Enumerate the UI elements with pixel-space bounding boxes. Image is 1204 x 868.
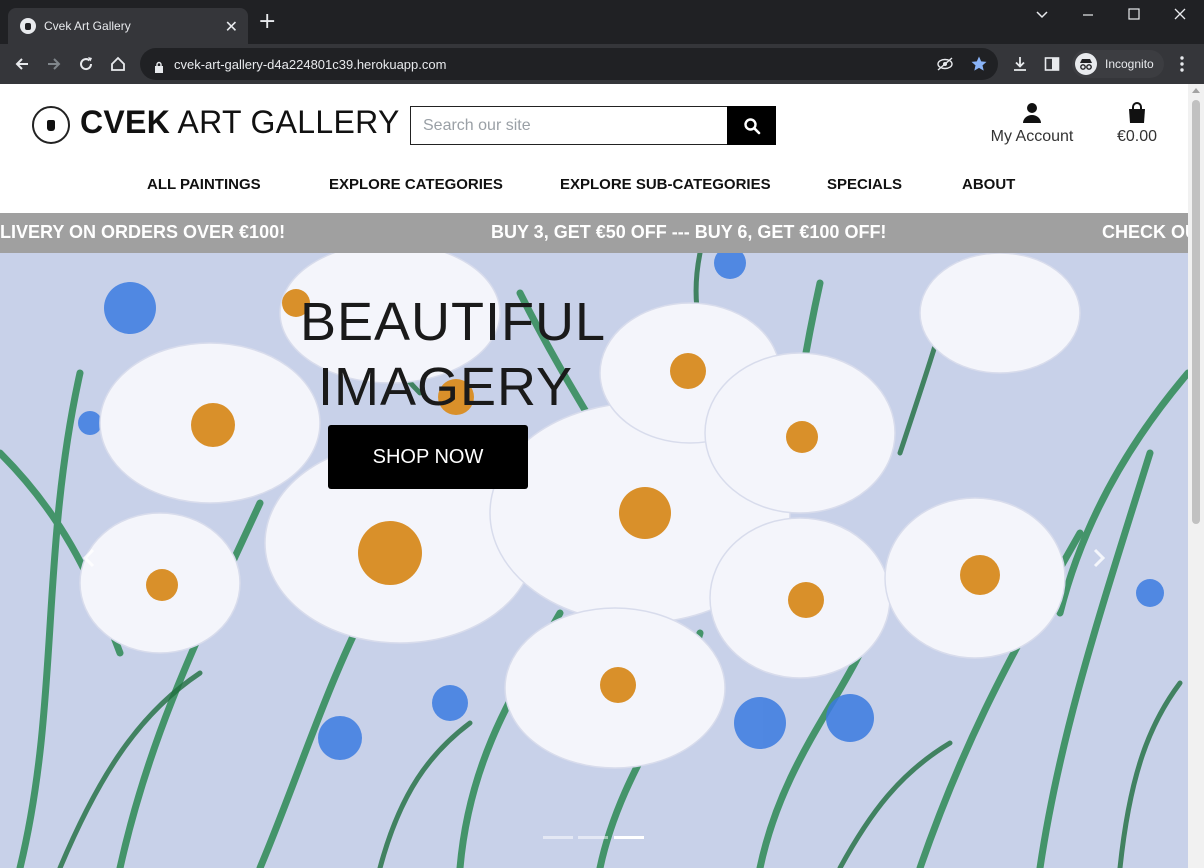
promo-message-delivery: LIVERY ON ORDERS OVER €100!: [0, 222, 286, 242]
nav-explore-sub-categories[interactable]: EXPLORE SUB-CATEGORIES: [560, 176, 771, 193]
close-tab-icon[interactable]: ✕: [225, 17, 238, 36]
incognito-label: Incognito: [1105, 57, 1154, 71]
carousel-indicator-3[interactable]: [614, 836, 644, 839]
site-title-bold: CVEK: [80, 104, 171, 140]
nav-all-paintings[interactable]: ALL PAINTINGS: [147, 176, 261, 193]
search-button[interactable]: [727, 106, 776, 145]
browser-tab-strip: Cvek Art Gallery ✕ +: [0, 0, 1204, 44]
promo-message-check-out: CHECK OU: [1102, 222, 1188, 242]
browser-tab[interactable]: Cvek Art Gallery ✕: [8, 8, 248, 44]
forward-icon[interactable]: [42, 52, 66, 76]
incognito-icon: [1075, 53, 1097, 75]
reload-icon[interactable]: [74, 52, 98, 76]
tab-title: Cvek Art Gallery: [44, 19, 131, 33]
hero-carousel: BEAUTIFUL IMAGERY SHOP NOW: [0, 253, 1188, 868]
user-icon: [1022, 102, 1042, 124]
hero-headline-line2: IMAGERY: [318, 357, 574, 417]
lock-icon: [154, 58, 164, 73]
back-icon[interactable]: [10, 52, 34, 76]
favicon-icon: [20, 18, 36, 34]
side-panel-icon[interactable]: [1040, 52, 1064, 76]
scrollbar-thumb[interactable]: [1192, 100, 1200, 524]
carousel-indicator-2[interactable]: [578, 836, 608, 839]
download-icon[interactable]: [1008, 52, 1032, 76]
bookmark-star-icon[interactable]: [970, 55, 988, 73]
main-navigation: ALL PAINTINGS EXPLORE CATEGORIES EXPLORE…: [0, 170, 1188, 200]
carousel-indicator-1[interactable]: [543, 836, 573, 839]
site-title-rest: ART GALLERY: [170, 104, 400, 140]
promo-banner: LIVERY ON ORDERS OVER €100! BUY 3, GET €…: [0, 213, 1188, 253]
url-text: cvek-art-gallery-d4a224801c39.herokuapp.…: [174, 56, 447, 72]
browser-menu-icon[interactable]: [1170, 52, 1194, 76]
scroll-up-icon[interactable]: [1192, 88, 1200, 93]
my-account-label: My Account: [990, 128, 1074, 145]
search-input[interactable]: [410, 106, 727, 145]
nav-about[interactable]: ABOUT: [962, 176, 1015, 193]
site-title[interactable]: CVEK ART GALLERY: [80, 104, 400, 141]
new-tab-icon[interactable]: +: [258, 11, 276, 33]
search-icon: [743, 117, 761, 135]
nav-specials[interactable]: SPECIALS: [827, 176, 902, 193]
carousel-prev-icon[interactable]: [74, 543, 104, 573]
minimize-icon[interactable]: [1080, 6, 1096, 26]
incognito-profile-button[interactable]: Incognito: [1072, 50, 1164, 78]
browser-toolbar: cvek-art-gallery-d4a224801c39.herokuapp.…: [0, 44, 1204, 84]
close-window-icon[interactable]: [1172, 6, 1188, 26]
shopping-bag-icon: [1127, 102, 1147, 124]
gallery-logo[interactable]: [32, 106, 70, 144]
shopping-bag-link[interactable]: €0.00: [1108, 102, 1166, 150]
maximize-icon[interactable]: [1126, 6, 1142, 26]
promo-message-discount: BUY 3, GET €50 OFF --- BUY 6, GET €100 O…: [491, 222, 887, 242]
hero-headline-line1: BEAUTIFUL: [300, 292, 607, 352]
tracking-protection-icon[interactable]: [936, 57, 954, 71]
search-form: [410, 106, 776, 145]
bag-total: €0.00: [1116, 128, 1158, 145]
page-scrollbar[interactable]: [1188, 84, 1204, 868]
my-account-link[interactable]: My Account: [984, 102, 1080, 150]
shop-now-button[interactable]: SHOP NOW: [328, 425, 528, 489]
tab-search-icon[interactable]: [1034, 6, 1050, 26]
home-icon[interactable]: [106, 52, 130, 76]
address-bar[interactable]: cvek-art-gallery-d4a224801c39.herokuapp.…: [140, 48, 998, 80]
carousel-next-icon[interactable]: [1084, 543, 1114, 573]
nav-explore-categories[interactable]: EXPLORE CATEGORIES: [329, 176, 503, 193]
page-content: CVEK ART GALLERY My Account €0.00 ALL PA…: [0, 84, 1188, 868]
